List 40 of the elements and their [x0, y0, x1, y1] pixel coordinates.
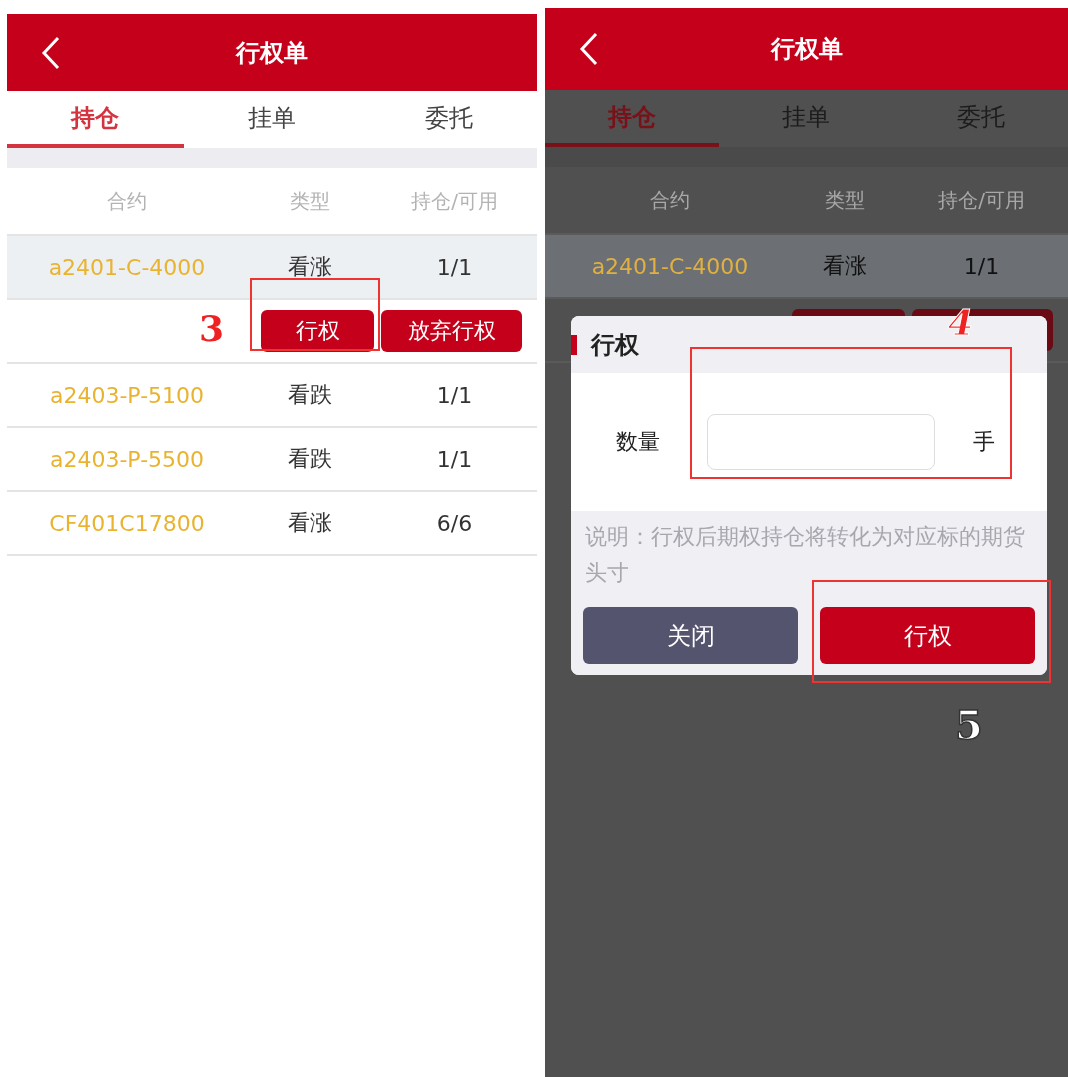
type-cell-text: 看跌 [286, 445, 333, 473]
step-number: 3 [199, 310, 225, 346]
contract-cell-text: CF401C17800 [48, 510, 206, 536]
type-cell-text: 看涨 [286, 253, 333, 281]
contract-cell-text: a2401-C-4000 [47, 254, 207, 280]
quantity-cell-text: 1/1 [435, 382, 474, 408]
field-label: 数量 [615, 428, 661, 456]
action-button[interactable]: 放弃行权 [381, 310, 522, 352]
column-header: 类型 [824, 186, 866, 214]
step-number: 5 [955, 705, 983, 745]
contract-cell-text: a2403-P-5500 [48, 446, 206, 472]
type-cell-text: 看跌 [286, 381, 333, 409]
column-header: 合约 [649, 186, 691, 214]
table-row[interactable]: a2403-P-5100 看跌 1/1 [7, 364, 537, 428]
tab[interactable]: 委托 [360, 91, 537, 148]
action-button[interactable]: 行权 [261, 310, 374, 352]
quantity-cell-text: 1/1 [435, 446, 474, 472]
tab[interactable]: 挂单 [183, 91, 361, 148]
table-row[interactable]: a2401-C-4000 看涨 1/1 [545, 235, 1068, 299]
type-cell-text: 看涨 [822, 252, 868, 280]
dialog-button[interactable]: 行权 [820, 607, 1035, 664]
table-row[interactable]: a2403-P-5500 看跌 1/1 [7, 428, 537, 492]
dialog-title: 行权 [591, 329, 639, 361]
contract-cell-text: a2403-P-5100 [48, 382, 206, 408]
table-row[interactable]: CF401C17800 看涨 6/6 [7, 492, 537, 556]
unit-label: 手 [973, 428, 995, 456]
column-header: 合约 [106, 187, 148, 215]
quantity-cell-text: 1/1 [962, 253, 1001, 279]
dialog-button[interactable]: 关闭 [583, 607, 798, 664]
type-cell-text: 看涨 [286, 509, 333, 537]
column-header: 持仓/可用 [410, 187, 499, 215]
table-row[interactable]: a2401-C-4000 看涨 1/1 [7, 236, 537, 300]
contract-cell-text: a2401-C-4000 [590, 253, 750, 279]
column-header: 持仓/可用 [937, 186, 1026, 214]
quantity-cell-text: 1/1 [435, 254, 474, 280]
page-title: 行权单 [770, 34, 843, 65]
column-header: 类型 [288, 187, 331, 215]
note-text: 说明：行权后期权持仓将转化为对应标的期货头寸 [571, 511, 1047, 593]
quantity-cell-text: 6/6 [435, 510, 474, 536]
page-title: 行权单 [236, 37, 308, 69]
